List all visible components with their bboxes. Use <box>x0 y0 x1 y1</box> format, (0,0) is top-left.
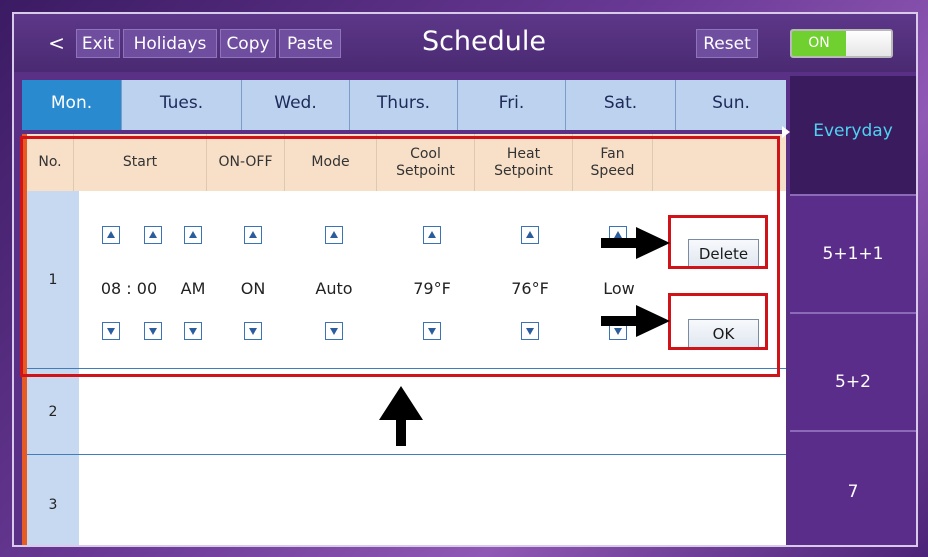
sidebar-item-label: Everyday <box>813 121 893 141</box>
arrow-to-delete-shaft <box>601 238 637 248</box>
back-icon[interactable]: < <box>44 29 69 58</box>
sidebar-item-label: 5+1+1 <box>822 244 884 264</box>
day-tabs: Mon. Tues. Wed. Thurs. Fri. Sat. Sun. <box>22 80 786 130</box>
paste-button[interactable]: Paste <box>279 29 341 58</box>
holidays-button[interactable]: Holidays <box>123 29 217 58</box>
tab-wednesday[interactable]: Wed. <box>242 80 350 130</box>
page-title: Schedule <box>421 26 547 57</box>
tab-friday[interactable]: Fri. <box>458 80 566 130</box>
arrow-up-shaft <box>396 420 406 446</box>
schedule-type-sidebar: Everyday 5+1+1 5+2 7 <box>782 76 916 545</box>
row-number: 2 <box>27 369 79 454</box>
top-bar: < Exit Holidays Copy Paste Schedule Rese… <box>14 14 916 72</box>
arrow-to-delete-icon <box>636 227 670 259</box>
toggle-knob <box>846 31 891 56</box>
tab-saturday[interactable]: Sat. <box>566 80 676 130</box>
device-frame: < Exit Holidays Copy Paste Schedule Rese… <box>0 0 928 557</box>
arrow-up-icon <box>379 386 423 420</box>
reset-button[interactable]: Reset <box>696 29 758 58</box>
highlight-delete-box <box>668 215 768 269</box>
sidebar-item-7[interactable]: 7 <box>790 430 916 545</box>
sidebar-item-5-2[interactable]: 5+2 <box>790 312 916 430</box>
tab-sunday[interactable]: Sun. <box>676 80 786 130</box>
row-number: 3 <box>27 455 79 545</box>
sidebar-item-label: 5+2 <box>835 372 871 392</box>
sidebar-item-label: 7 <box>847 482 859 502</box>
copy-button[interactable]: Copy <box>220 29 276 58</box>
sidebar-item-everyday[interactable]: Everyday <box>782 76 916 194</box>
exit-button[interactable]: Exit <box>76 29 120 58</box>
tab-thursday[interactable]: Thurs. <box>350 80 458 130</box>
tab-tuesday[interactable]: Tues. <box>122 80 242 130</box>
schedule-row-3[interactable]: 3 <box>27 455 786 545</box>
highlight-ok-box <box>668 293 768 350</box>
tab-monday[interactable]: Mon. <box>22 80 122 130</box>
arrow-to-ok-icon <box>636 305 670 337</box>
power-toggle[interactable]: ON <box>790 29 893 58</box>
toggle-on-label: ON <box>792 31 846 56</box>
sidebar-item-5-1-1[interactable]: 5+1+1 <box>790 194 916 312</box>
selected-indicator-icon <box>782 126 790 138</box>
arrow-to-ok-shaft <box>601 316 637 326</box>
